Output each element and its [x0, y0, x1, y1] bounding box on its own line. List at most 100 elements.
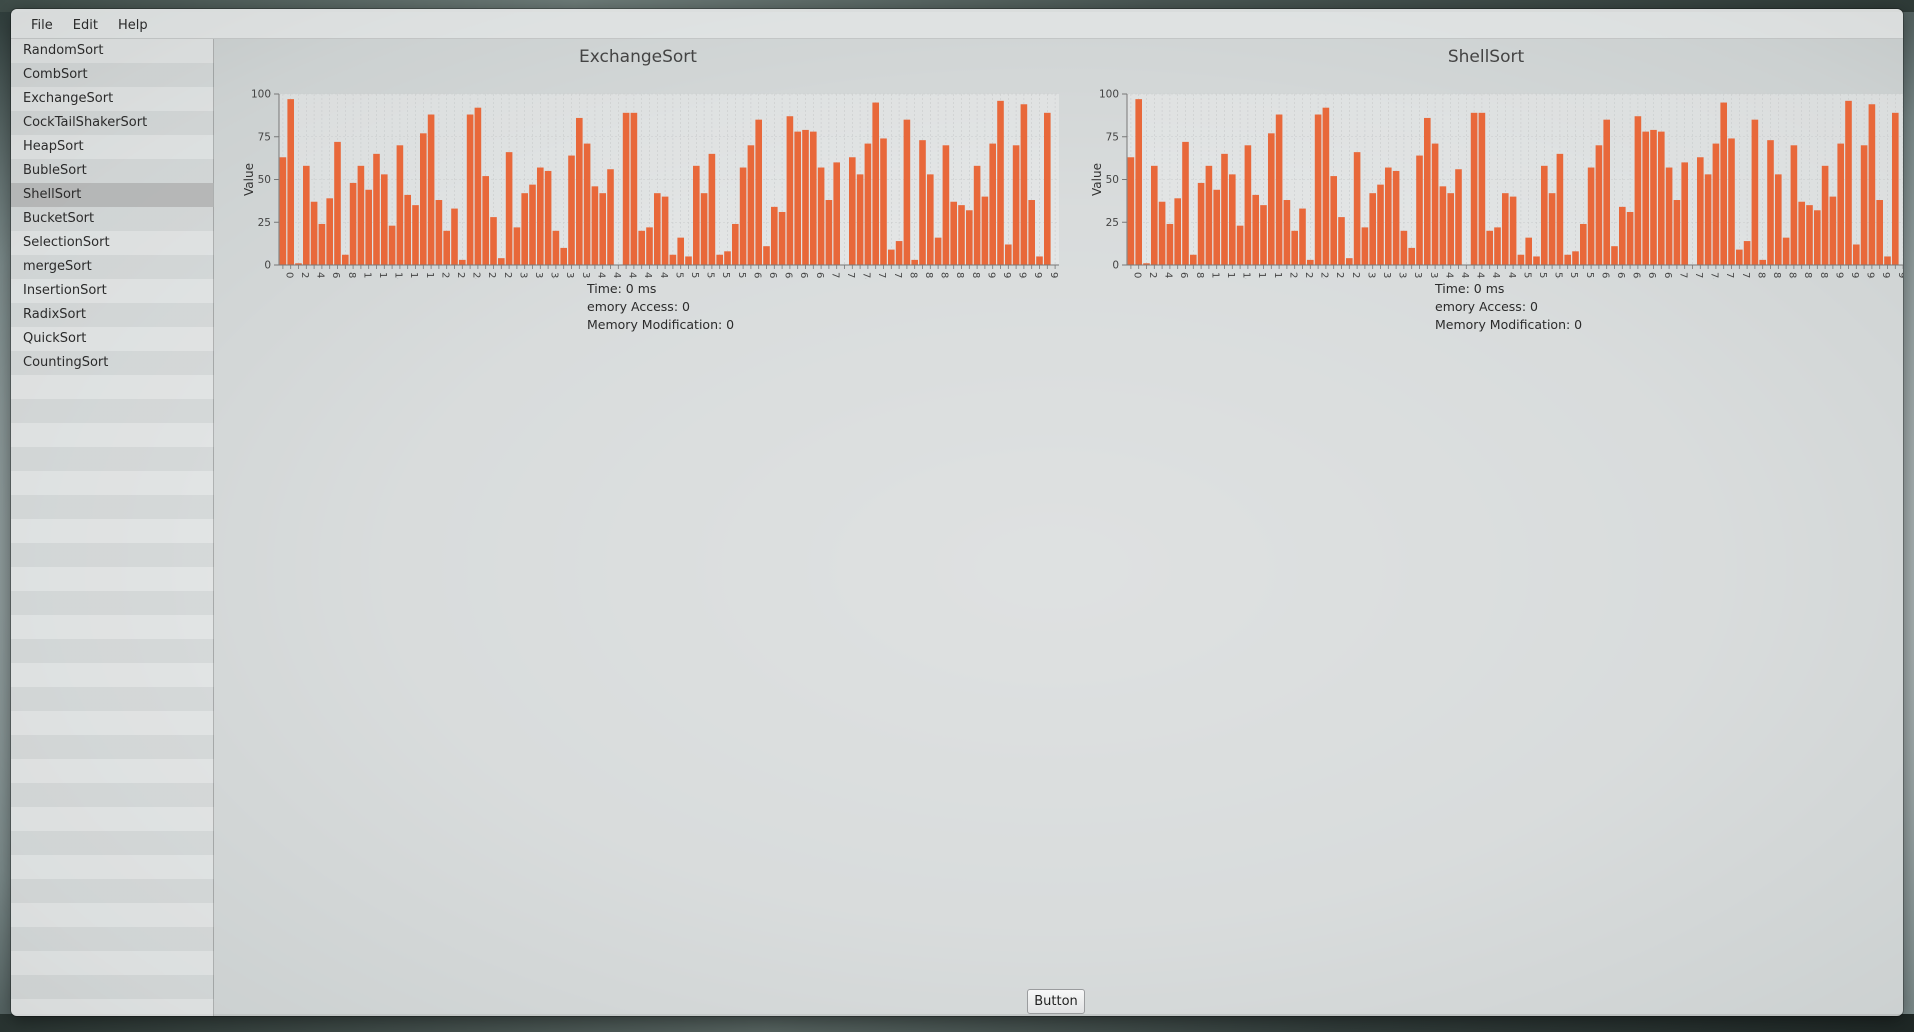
bar	[942, 145, 950, 265]
bar	[607, 169, 614, 265]
bar	[1322, 107, 1330, 266]
sidebar-item-bucketsort[interactable]: BucketSort	[11, 207, 213, 231]
bar	[1268, 133, 1275, 265]
bar	[1005, 244, 1012, 265]
x-tick-label: 4	[315, 272, 326, 278]
shellsort-bar-chart: 02550751000 2 4 6 8 10 12 14 16 18 20 22 24 26 28 30 32 3…	[1090, 89, 1903, 279]
bar	[950, 201, 957, 265]
menu-edit[interactable]: Edit	[63, 14, 108, 37]
sidebar-item-selectionsort[interactable]: SelectionSort	[11, 231, 213, 255]
x-tick-label: 8	[1194, 272, 1205, 278]
bar	[1229, 174, 1236, 265]
x-tick-label: 74	[861, 272, 872, 279]
x-tick-label: 98	[1048, 272, 1059, 279]
run-button[interactable]: Button	[1027, 989, 1085, 1014]
bar	[778, 211, 786, 265]
sidebar-item-exchangesort[interactable]: ExchangeSort	[11, 87, 213, 111]
bar	[1821, 165, 1829, 265]
bar	[560, 247, 567, 265]
sidebar-item-radixsort[interactable]: RadixSort	[11, 303, 213, 327]
memory-modification-stat: Memory Modification: 0	[1435, 317, 1583, 332]
sidebar-item-randomsort[interactable]: RandomSort	[11, 39, 213, 63]
bar	[318, 223, 326, 265]
bar	[685, 256, 692, 265]
sidebar-item-mergesort[interactable]: mergeSort	[11, 255, 213, 279]
bar	[443, 230, 450, 265]
bar	[981, 196, 989, 265]
bar	[1205, 165, 1213, 265]
bar	[630, 112, 638, 265]
y-tick-label: 25	[1106, 217, 1119, 229]
bar	[1595, 145, 1603, 265]
bar	[1346, 258, 1353, 265]
bar	[1392, 170, 1400, 265]
x-tick-label: 30	[1365, 272, 1376, 279]
bar	[888, 249, 895, 265]
bar	[1868, 104, 1876, 265]
bar	[1424, 117, 1431, 265]
bar	[342, 254, 349, 265]
x-tick-label: 86	[954, 272, 965, 279]
bar	[1587, 167, 1595, 265]
bar	[459, 259, 466, 265]
bar	[513, 227, 521, 265]
bar	[1892, 112, 1899, 265]
bar	[771, 206, 778, 265]
x-tick-label: 44	[627, 272, 638, 279]
menu-help[interactable]: Help	[108, 14, 158, 37]
bar	[1197, 182, 1205, 265]
sidebar-item-heapsort[interactable]: HeapSort	[11, 135, 213, 159]
bar	[810, 131, 817, 265]
sidebar-item-insertionsort[interactable]: InsertionSort	[11, 279, 213, 303]
x-tick-label: 24	[471, 272, 482, 279]
bar	[1751, 119, 1759, 266]
x-tick-label: 80	[1755, 272, 1766, 279]
bar	[1416, 155, 1423, 265]
sidebar-item-bublesort[interactable]: BubleSort	[11, 159, 213, 183]
bar	[1252, 194, 1259, 265]
x-tick-label: 92	[1849, 272, 1860, 279]
bar	[1166, 223, 1174, 265]
sidebar-item-cocktailshakersort[interactable]: CockTailShakerSort	[11, 111, 213, 135]
x-tick-label: 32	[1381, 272, 1392, 279]
sidebar-item-countingsort[interactable]: CountingSort	[11, 351, 213, 375]
y-tick-label: 75	[1106, 131, 1119, 143]
x-tick-label: 46	[1490, 272, 1501, 279]
bar	[537, 167, 544, 265]
bar	[927, 174, 934, 265]
bar	[716, 254, 723, 265]
x-tick-label: 92	[1001, 272, 1012, 279]
bar	[498, 258, 505, 265]
bar	[739, 167, 747, 265]
bar	[1470, 112, 1478, 265]
y-tick-label: 25	[258, 217, 271, 229]
x-tick-label: 14	[1241, 272, 1252, 279]
x-tick-label: 40	[1443, 272, 1454, 279]
x-tick-label: 2	[1147, 272, 1158, 278]
x-tick-label: 26	[486, 272, 497, 279]
bar	[1338, 217, 1345, 265]
bar	[1564, 254, 1571, 265]
bar	[864, 143, 872, 265]
sidebar-item-shellsort[interactable]: ShellSort	[11, 183, 213, 207]
bar	[427, 114, 435, 266]
sidebar-item-combsort[interactable]: CombSort	[11, 63, 213, 87]
x-tick-label: 94	[1865, 272, 1876, 279]
bar	[1307, 259, 1314, 265]
x-tick-label: 36	[1412, 272, 1423, 279]
bar	[287, 99, 294, 265]
sidebar-item-quicksort[interactable]: QuickSort	[11, 327, 213, 351]
x-tick-label: 26	[1334, 272, 1345, 279]
x-tick-label: 14	[393, 272, 404, 279]
x-tick-label: 18	[424, 272, 435, 279]
bar	[1182, 141, 1189, 265]
x-tick-label: 78	[892, 272, 903, 279]
bar	[1361, 227, 1369, 265]
bar	[1603, 119, 1610, 266]
algorithm-list[interactable]: RandomSort CombSort ExchangeSort CockTai…	[11, 39, 214, 1016]
menu-file[interactable]: File	[21, 14, 63, 37]
bar	[435, 200, 443, 265]
bar	[482, 176, 489, 265]
bar	[724, 251, 731, 265]
y-axis-label: Value	[1090, 163, 1104, 196]
